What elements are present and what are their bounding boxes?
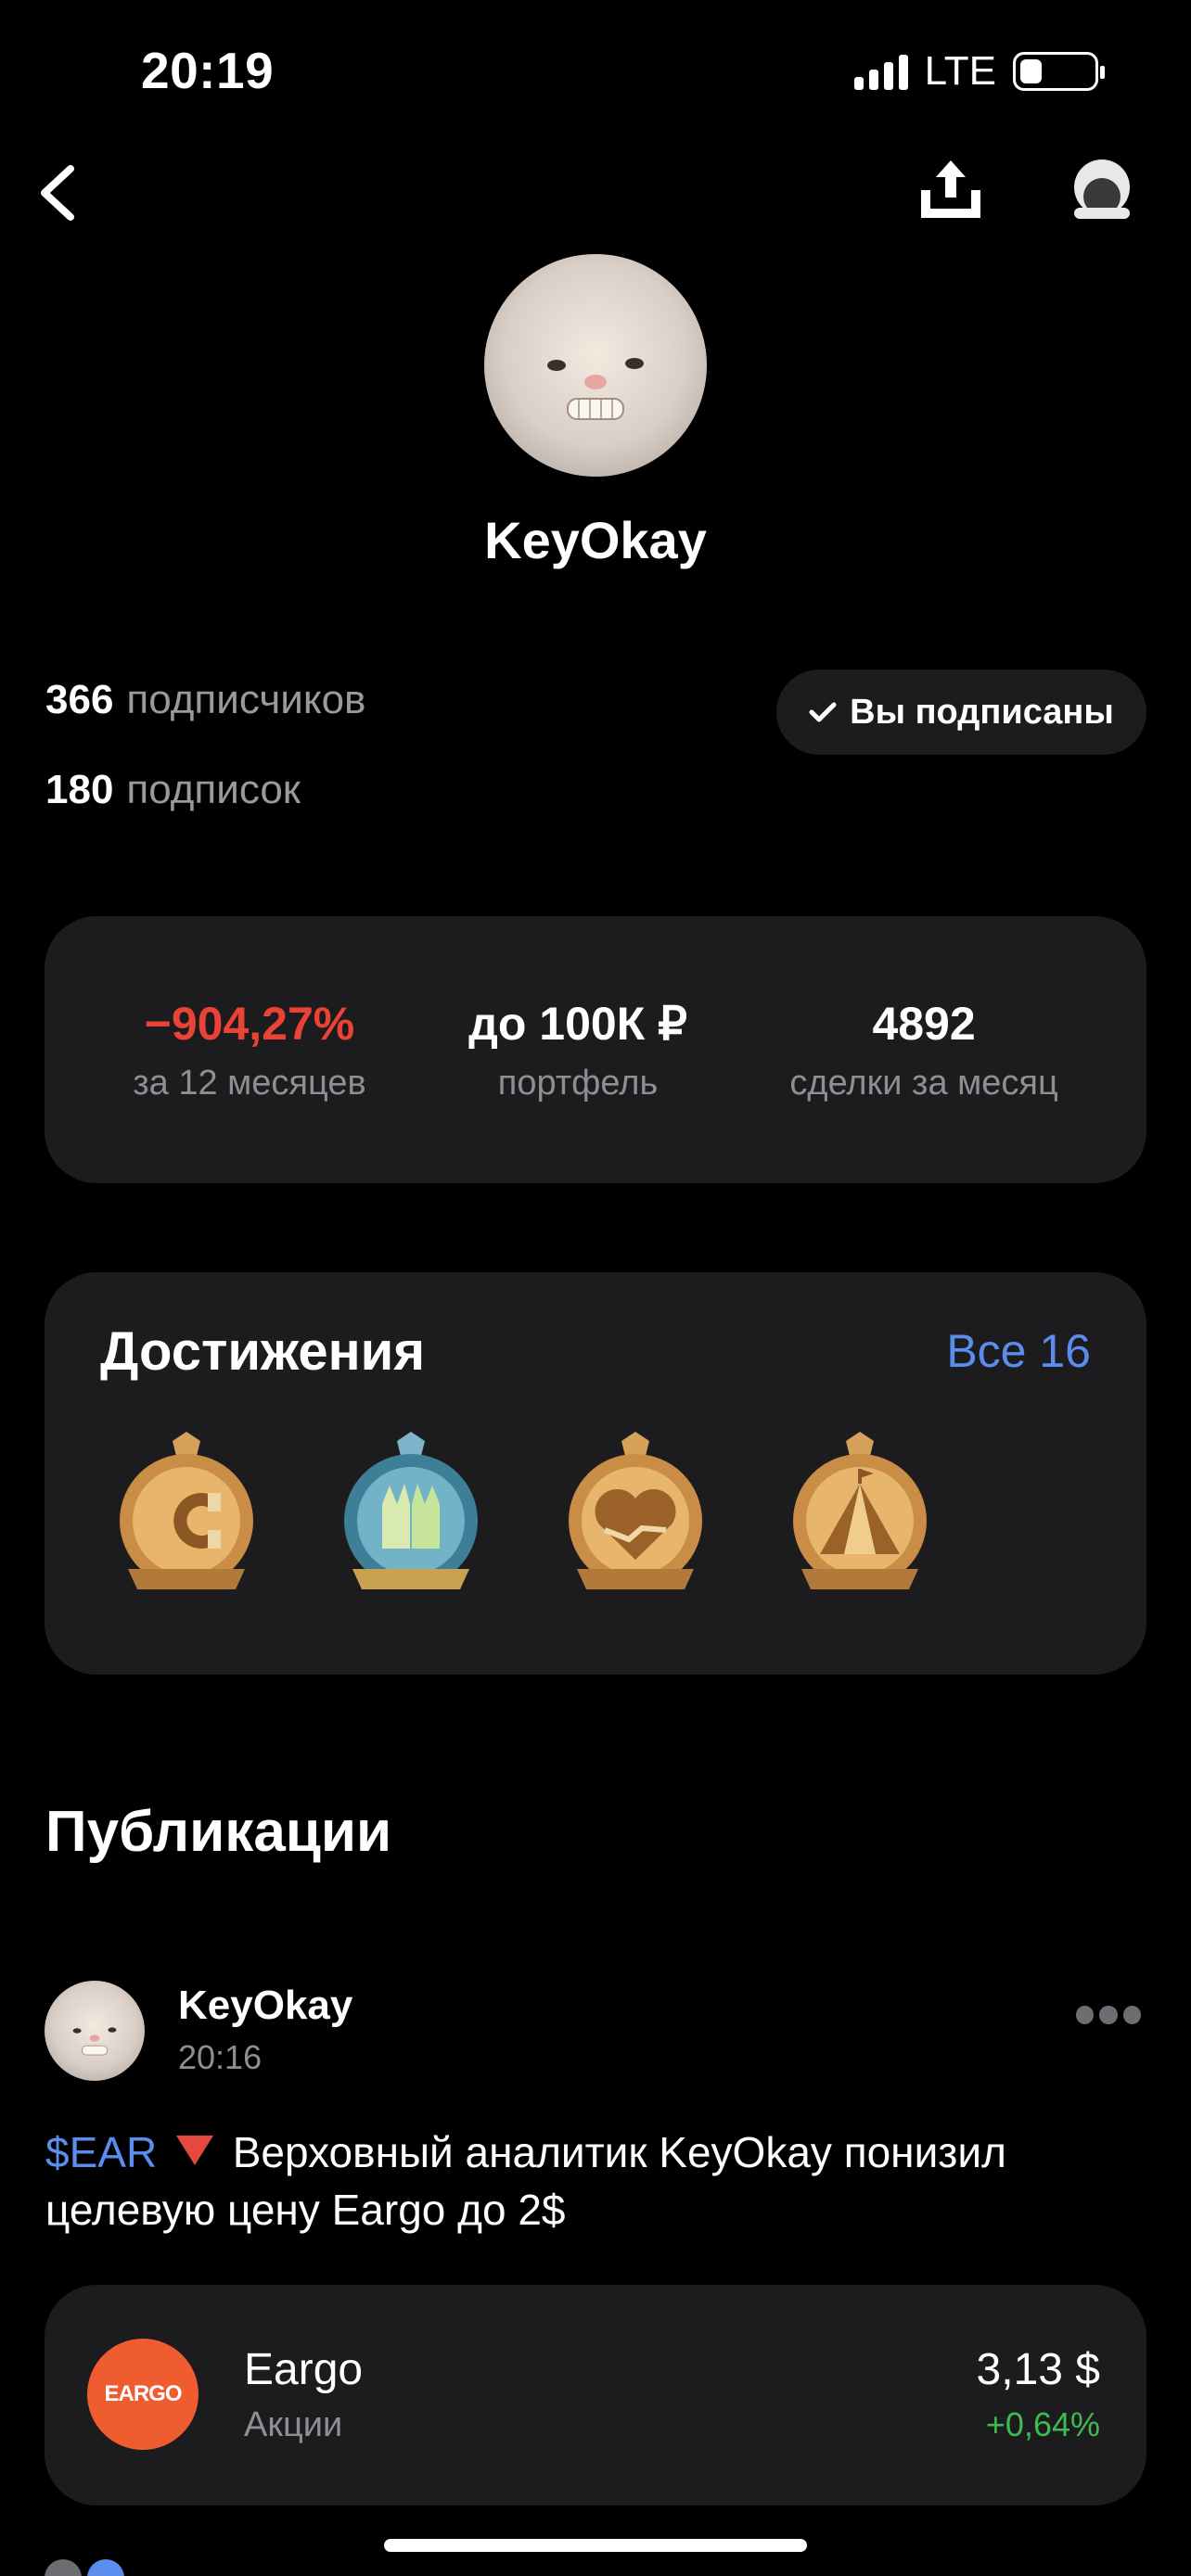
profile-avatar <box>484 254 707 477</box>
subscribed-button-label: Вы подписаны <box>850 692 1114 732</box>
checkmark-icon <box>809 702 837 722</box>
portfolio-stats-card: −904,27% за 12 месяцев до 100К ₽ портфел… <box>45 916 1146 1183</box>
stat-portfolio: до 100К ₽ портфель <box>468 997 687 1103</box>
following-label: подписок <box>126 767 301 812</box>
home-indicator <box>384 2539 807 2552</box>
share-button[interactable] <box>914 153 988 227</box>
magnet-badge-icon[interactable] <box>100 1430 273 1602</box>
instrument-type: Акции <box>244 2405 343 2444</box>
stat-yield: −904,27% за 12 месяцев <box>133 997 365 1103</box>
profile-menu-button[interactable] <box>1069 159 1135 221</box>
pyramid-badge-icon[interactable] <box>774 1430 946 1602</box>
achievements-title: Достижения <box>100 1321 426 1382</box>
post-author-name[interactable]: KeyOkay <box>178 1983 352 2029</box>
reactions-peek <box>45 2559 124 2576</box>
instrument-price: 3,13 $ <box>976 2345 1100 2394</box>
stat-portfolio-label: портфель <box>497 1063 659 1103</box>
dot-icon <box>1122 2006 1141 2024</box>
following-count: 180 <box>45 767 114 812</box>
cat-face-image <box>547 358 644 420</box>
stat-portfolio-value: до 100К ₽ <box>468 997 687 1050</box>
publications-title: Публикации <box>45 1800 392 1864</box>
back-button[interactable] <box>28 156 93 230</box>
achievements-all-link[interactable]: Все 16 <box>946 1324 1091 1378</box>
stat-yield-label: за 12 месяцев <box>133 1063 366 1103</box>
profile-username: KeyOkay <box>484 511 707 569</box>
post-author-avatar[interactable] <box>45 1981 145 2081</box>
status-icons: LTE <box>853 48 1105 95</box>
stat-deals-label: сделки за месяц <box>789 1063 1058 1103</box>
subscribed-button[interactable]: Вы подписаны <box>776 670 1146 755</box>
red-triangle-down-icon <box>175 2136 213 2165</box>
status-time: 20:19 <box>141 42 275 99</box>
post-ticker-link[interactable]: $EAR <box>45 2128 157 2176</box>
instrument-name: Eargo <box>244 2345 364 2394</box>
achievement-badges <box>100 1430 946 1602</box>
following-stat[interactable]: 180 подписок <box>45 767 301 813</box>
stat-deals: 4892 сделки за месяц <box>789 997 1057 1103</box>
share-icon <box>921 160 980 218</box>
followers-stat[interactable]: 366 подписчиков <box>45 677 365 723</box>
dot-icon <box>1099 2006 1118 2024</box>
network-type: LTE <box>924 48 996 94</box>
handshake-heart-badge-icon[interactable] <box>549 1430 722 1602</box>
achievements-card: Достижения Все 16 <box>45 1272 1146 1675</box>
instrument-card[interactable]: EARGO Eargo Акции 3,13 $ +0,64% <box>45 2285 1146 2506</box>
more-options-button[interactable] <box>1076 2001 1141 2029</box>
stat-deals-value: 4892 <box>872 997 976 1050</box>
instrument-change: +0,64% <box>985 2405 1100 2443</box>
signal-icon <box>853 53 908 90</box>
chevron-left-icon <box>41 165 74 221</box>
battery-icon <box>1013 52 1105 91</box>
reaction-icon <box>45 2559 82 2576</box>
stat-yield-value: −904,27% <box>144 997 355 1050</box>
followers-label: подписчиков <box>126 677 366 722</box>
reaction-icon <box>87 2559 124 2576</box>
post-timestamp: 20:16 <box>178 2038 263 2076</box>
cat-face-image <box>72 2027 117 2056</box>
gloves-badge-icon[interactable] <box>325 1430 497 1602</box>
post-body: $EAR Верховный аналитик KeyOkay понизил … <box>45 2123 1149 2238</box>
followers-count: 366 <box>45 677 114 722</box>
eargo-logo: EARGO <box>87 2339 198 2450</box>
person-icon <box>1074 159 1130 219</box>
dot-icon <box>1076 2006 1095 2024</box>
